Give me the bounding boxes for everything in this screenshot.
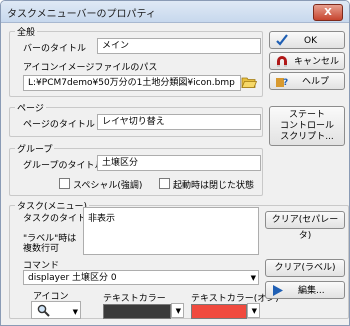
- closed-on-start-checkbox-label: 起動時は閉じた状態: [173, 181, 255, 191]
- group-title-field[interactable]: 土壌区分: [97, 155, 261, 171]
- special-checkbox[interactable]: [59, 178, 70, 189]
- task-title-textarea[interactable]: 非表示: [83, 207, 259, 255]
- page-title-label: ページのタイトル: [23, 120, 95, 130]
- group-group-label: グループ: [15, 142, 55, 155]
- checkmark-icon: [275, 33, 289, 53]
- svg-text:?: ?: [283, 78, 288, 88]
- group-title-label: グループのタイトル: [23, 161, 104, 171]
- command-select[interactable]: displayer 土壌区分 0 ▼: [23, 270, 259, 285]
- bar-title-label: バーのタイトル: [23, 44, 87, 54]
- icon-select[interactable]: ▼: [31, 301, 81, 319]
- text-color-dropdown[interactable]: ▼: [171, 303, 184, 318]
- text-color-chevron-icon: ▼: [175, 307, 181, 315]
- closed-on-start-checkbox[interactable]: [159, 178, 170, 189]
- folder-open-icon[interactable]: [241, 75, 258, 89]
- clear-separator-button[interactable]: クリア(セパレータ): [265, 211, 345, 241]
- ok-label: OK: [304, 36, 317, 46]
- help-question-icon: ?: [275, 75, 289, 94]
- state-control-script-line1: ステート: [288, 110, 325, 120]
- window-title: タスクメニューバーのプロパティ: [7, 9, 156, 20]
- help-label: ヘルプ: [302, 77, 330, 87]
- special-checkbox-label: スペシャル(強調): [73, 181, 143, 191]
- page-group-label: ページ: [15, 101, 46, 114]
- chevron-down-icon: ▼: [250, 274, 256, 282]
- page-title-field[interactable]: レイヤ切り替え: [97, 114, 261, 130]
- help-button[interactable]: ? ヘルプ: [269, 72, 345, 90]
- icon-path-field[interactable]: L:¥PCM7demo¥50万分の1土地分類図¥icon.bmp: [23, 75, 241, 91]
- state-control-script-button[interactable]: ステート コントロール スクリプト...: [269, 106, 345, 146]
- title-bar: タスクメニューバーのプロパティ X: [1, 1, 349, 23]
- play-arrow-icon: [272, 285, 284, 302]
- icon-select-chevron-icon: ▼: [72, 308, 78, 316]
- label-note-line2: 複数行可: [23, 244, 60, 254]
- cancel-button[interactable]: キャンセル: [269, 52, 345, 70]
- edit-button[interactable]: 編集...: [265, 281, 345, 299]
- edit-label: 編集...: [298, 286, 325, 296]
- state-control-script-line3: スクリプト...: [280, 132, 334, 142]
- magnifier-icon: [36, 304, 52, 325]
- bar-title-field[interactable]: メイン: [97, 38, 261, 54]
- close-button[interactable]: X: [313, 4, 343, 21]
- properties-window: タスクメニューバーのプロパティ X 全般 バーのタイトル メイン アイコンイメー…: [0, 0, 350, 326]
- general-group-label: 全般: [15, 25, 38, 38]
- text-color-swatch[interactable]: [103, 304, 171, 319]
- clear-label-button[interactable]: クリア(ラベル): [265, 259, 345, 277]
- icon-path-label: アイコンイメージファイルのパス: [23, 63, 158, 73]
- ok-button[interactable]: OK: [269, 31, 345, 49]
- state-control-script-line2: コントロール: [279, 121, 334, 131]
- cancel-label: キャンセル: [294, 57, 340, 67]
- text-color-label: テキストカラー: [103, 294, 166, 304]
- command-select-value: displayer 土壌区分 0: [28, 273, 117, 283]
- text-color-on-swatch[interactable]: [191, 304, 247, 319]
- text-color-on-dropdown[interactable]: ▼: [247, 303, 260, 318]
- text-color-on-chevron-icon: ▼: [251, 307, 257, 315]
